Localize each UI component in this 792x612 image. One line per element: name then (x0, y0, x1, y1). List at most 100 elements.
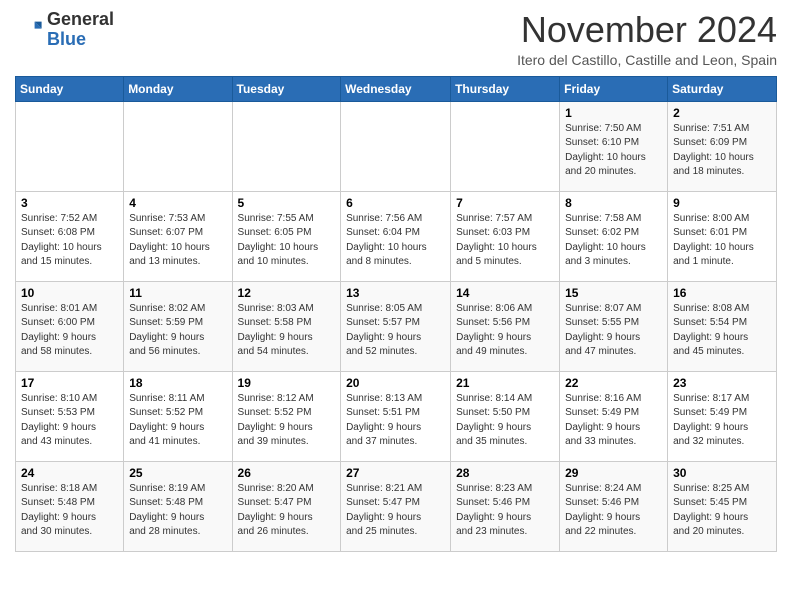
day-info: Sunrise: 8:19 AMSunset: 5:48 PMDaylight:… (129, 482, 226, 540)
day-info: Sunrise: 8:02 AMSunset: 5:59 PMDaylight:… (129, 302, 226, 360)
day-info: Sunrise: 8:03 AMSunset: 5:58 PMDaylight:… (238, 302, 336, 360)
day-number: 1 (565, 106, 662, 120)
day-info: Sunrise: 8:16 AMSunset: 5:49 PMDaylight:… (565, 392, 662, 450)
day-info: Sunrise: 8:25 AMSunset: 5:45 PMDaylight:… (673, 482, 771, 540)
day-number: 22 (565, 376, 662, 390)
calendar-week-2: 10 Sunrise: 8:01 AMSunset: 6:00 PMDayligh… (16, 281, 777, 371)
calendar-cell: 13 Sunrise: 8:05 AMSunset: 5:57 PMDayligh… (341, 281, 451, 371)
calendar-cell: 17 Sunrise: 8:10 AMSunset: 5:53 PMDayligh… (16, 371, 124, 461)
logo-blue-text: Blue (47, 30, 114, 50)
weekday-header-monday: Monday (124, 76, 232, 101)
day-number: 27 (346, 466, 445, 480)
weekday-header-wednesday: Wednesday (341, 76, 451, 101)
calendar-cell: 28 Sunrise: 8:23 AMSunset: 5:46 PMDayligh… (451, 461, 560, 551)
day-info: Sunrise: 8:05 AMSunset: 5:57 PMDaylight:… (346, 302, 445, 360)
logo-icon (15, 16, 43, 44)
calendar-cell (232, 101, 341, 191)
day-number: 13 (346, 286, 445, 300)
day-number: 8 (565, 196, 662, 210)
day-info: Sunrise: 8:14 AMSunset: 5:50 PMDaylight:… (456, 392, 554, 450)
day-info: Sunrise: 8:13 AMSunset: 5:51 PMDaylight:… (346, 392, 445, 450)
calendar-cell: 12 Sunrise: 8:03 AMSunset: 5:58 PMDayligh… (232, 281, 341, 371)
calendar-table: SundayMondayTuesdayWednesdayThursdayFrid… (15, 76, 777, 552)
weekday-header-friday: Friday (560, 76, 668, 101)
calendar-cell: 24Sunrise: 8:18 AMSunset: 5:48 PMDayligh… (16, 461, 124, 551)
day-number: 25 (129, 466, 226, 480)
day-info: Sunrise: 7:50 AMSunset: 6:10 PMDaylight:… (565, 122, 662, 180)
day-number: 17 (21, 376, 118, 390)
day-info: Sunrise: 8:24 AMSunset: 5:46 PMDaylight:… (565, 482, 662, 540)
calendar-cell: 22 Sunrise: 8:16 AMSunset: 5:49 PMDayligh… (560, 371, 668, 461)
day-info: Sunrise: 7:55 AMSunset: 6:05 PMDaylight:… (238, 212, 336, 270)
calendar-cell: 20Sunrise: 8:13 AMSunset: 5:51 PMDayligh… (341, 371, 451, 461)
calendar-cell: 5 Sunrise: 7:55 AMSunset: 6:05 PMDaylight… (232, 191, 341, 281)
calendar-cell (16, 101, 124, 191)
day-number: 26 (238, 466, 336, 480)
calendar-cell: 2 Sunrise: 7:51 AMSunset: 6:09 PMDaylight… (668, 101, 777, 191)
day-number: 6 (346, 196, 445, 210)
day-info: Sunrise: 7:52 AMSunset: 6:08 PMDaylight:… (21, 212, 118, 270)
day-number: 14 (456, 286, 554, 300)
calendar-cell: 15Sunrise: 8:07 AMSunset: 5:55 PMDayligh… (560, 281, 668, 371)
day-number: 4 (129, 196, 226, 210)
day-number: 9 (673, 196, 771, 210)
day-number: 3 (21, 196, 118, 210)
calendar-cell: 18 Sunrise: 8:11 AMSunset: 5:52 PMDayligh… (124, 371, 232, 461)
day-number: 21 (456, 376, 554, 390)
weekday-header-row: SundayMondayTuesdayWednesdayThursdayFrid… (16, 76, 777, 101)
calendar-cell: 14Sunrise: 8:06 AMSunset: 5:56 PMDayligh… (451, 281, 560, 371)
calendar-cell: 3 Sunrise: 7:52 AMSunset: 6:08 PMDaylight… (16, 191, 124, 281)
day-number: 18 (129, 376, 226, 390)
day-info: Sunrise: 7:58 AMSunset: 6:02 PMDaylight:… (565, 212, 662, 270)
calendar-cell: 19Sunrise: 8:12 AMSunset: 5:52 PMDayligh… (232, 371, 341, 461)
day-info: Sunrise: 8:21 AMSunset: 5:47 PMDaylight:… (346, 482, 445, 540)
day-info: Sunrise: 7:51 AMSunset: 6:09 PMDaylight:… (673, 122, 771, 180)
weekday-header-thursday: Thursday (451, 76, 560, 101)
day-info: Sunrise: 7:56 AMSunset: 6:04 PMDaylight:… (346, 212, 445, 270)
day-info: Sunrise: 8:10 AMSunset: 5:53 PMDaylight:… (21, 392, 118, 450)
calendar-body: 1 Sunrise: 7:50 AMSunset: 6:10 PMDaylight… (16, 101, 777, 551)
weekday-header-tuesday: Tuesday (232, 76, 341, 101)
calendar-cell (341, 101, 451, 191)
weekday-header-saturday: Saturday (668, 76, 777, 101)
calendar-week-4: 24Sunrise: 8:18 AMSunset: 5:48 PMDayligh… (16, 461, 777, 551)
day-number: 30 (673, 466, 771, 480)
calendar-header: SundayMondayTuesdayWednesdayThursdayFrid… (16, 76, 777, 101)
day-number: 10 (21, 286, 118, 300)
day-info: Sunrise: 8:23 AMSunset: 5:46 PMDaylight:… (456, 482, 554, 540)
day-number: 23 (673, 376, 771, 390)
day-number: 5 (238, 196, 336, 210)
day-number: 28 (456, 466, 554, 480)
day-info: Sunrise: 7:57 AMSunset: 6:03 PMDaylight:… (456, 212, 554, 270)
calendar-cell: 8 Sunrise: 7:58 AMSunset: 6:02 PMDaylight… (560, 191, 668, 281)
day-info: Sunrise: 8:11 AMSunset: 5:52 PMDaylight:… (129, 392, 226, 450)
calendar-week-1: 3 Sunrise: 7:52 AMSunset: 6:08 PMDaylight… (16, 191, 777, 281)
logo: General Blue (15, 10, 114, 50)
day-info: Sunrise: 8:12 AMSunset: 5:52 PMDaylight:… (238, 392, 336, 450)
calendar-cell: 7 Sunrise: 7:57 AMSunset: 6:03 PMDaylight… (451, 191, 560, 281)
calendar-cell: 25 Sunrise: 8:19 AMSunset: 5:48 PMDayligh… (124, 461, 232, 551)
calendar-cell: 4Sunrise: 7:53 AMSunset: 6:07 PMDaylight… (124, 191, 232, 281)
calendar-cell: 16 Sunrise: 8:08 AMSunset: 5:54 PMDayligh… (668, 281, 777, 371)
calendar-cell: 29Sunrise: 8:24 AMSunset: 5:46 PMDayligh… (560, 461, 668, 551)
day-number: 11 (129, 286, 226, 300)
calendar-cell (124, 101, 232, 191)
calendar-cell: 9 Sunrise: 8:00 AMSunset: 6:01 PMDaylight… (668, 191, 777, 281)
calendar-cell: 1 Sunrise: 7:50 AMSunset: 6:10 PMDaylight… (560, 101, 668, 191)
day-info: Sunrise: 8:00 AMSunset: 6:01 PMDaylight:… (673, 212, 771, 270)
day-number: 16 (673, 286, 771, 300)
location-text: Itero del Castillo, Castille and Leon, S… (517, 52, 777, 68)
day-info: Sunrise: 8:07 AMSunset: 5:55 PMDaylight:… (565, 302, 662, 360)
day-info: Sunrise: 8:17 AMSunset: 5:49 PMDaylight:… (673, 392, 771, 450)
day-number: 2 (673, 106, 771, 120)
day-number: 12 (238, 286, 336, 300)
calendar-cell (451, 101, 560, 191)
title-block: November 2024 Itero del Castillo, Castil… (517, 10, 777, 68)
day-number: 24 (21, 466, 118, 480)
calendar-cell: 27 Sunrise: 8:21 AMSunset: 5:47 PMDayligh… (341, 461, 451, 551)
day-info: Sunrise: 8:01 AMSunset: 6:00 PMDaylight:… (21, 302, 118, 360)
day-info: Sunrise: 8:08 AMSunset: 5:54 PMDaylight:… (673, 302, 771, 360)
month-title: November 2024 (517, 10, 777, 50)
day-number: 7 (456, 196, 554, 210)
calendar-cell: 21 Sunrise: 8:14 AMSunset: 5:50 PMDayligh… (451, 371, 560, 461)
